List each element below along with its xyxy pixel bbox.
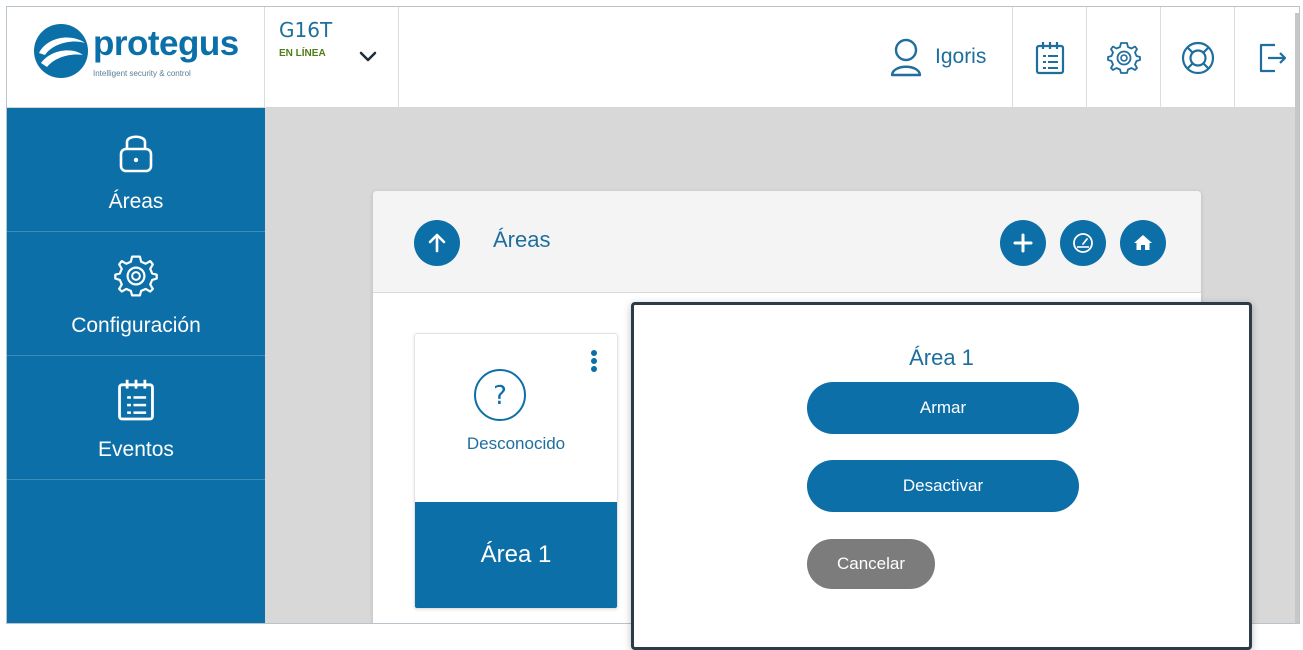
events-button[interactable] <box>1012 7 1086 108</box>
area-name: Área 1 <box>415 502 617 608</box>
sidebar-item-label: Configuración <box>71 314 201 337</box>
logout-icon <box>1259 43 1286 72</box>
brand-name: protegus <box>93 24 239 63</box>
add-area-button[interactable] <box>1000 220 1046 266</box>
area-card[interactable]: ? Desconocido Área 1 <box>414 333 618 609</box>
svg-text:?: ? <box>493 381 507 411</box>
kebab-menu-icon[interactable] <box>589 348 599 378</box>
logout-button[interactable] <box>1234 7 1299 108</box>
sidebar-item-events[interactable]: Eventos <box>7 356 265 480</box>
protegus-logo-icon <box>34 24 88 78</box>
brand-logo[interactable]: protegus Intelligent security & control <box>7 7 265 108</box>
settings-button[interactable] <box>1086 7 1160 108</box>
sidebar: Áreas Configuración Eventos <box>7 108 265 623</box>
user-name: Igoris <box>935 45 987 68</box>
user-menu[interactable]: Igoris <box>889 35 986 79</box>
brand-tagline: Intelligent security & control <box>93 69 191 78</box>
top-bar: protegus Intelligent security & control … <box>7 7 1299 108</box>
scrollbar[interactable] <box>1295 13 1299 623</box>
arrow-up-icon <box>428 233 446 253</box>
device-name: G16T <box>279 18 333 42</box>
gear-icon <box>114 255 158 297</box>
calendar-list-icon <box>118 379 154 421</box>
chevron-down-icon <box>359 51 377 62</box>
arm-button[interactable]: Armar <box>807 382 1079 434</box>
dialog-title: Área 1 <box>909 345 974 370</box>
add-icon <box>1013 233 1033 253</box>
sidebar-item-label: Áreas <box>108 190 164 213</box>
lifebuoy-icon <box>1181 41 1214 74</box>
user-icon <box>890 38 922 77</box>
home-icon <box>1134 235 1152 250</box>
home-button[interactable] <box>1120 220 1166 266</box>
dashboard-button[interactable] <box>1060 220 1106 266</box>
gear-icon <box>1106 41 1141 74</box>
help-button[interactable] <box>1160 7 1234 108</box>
area-action-dialog: Área 1 Armar Desactivar Cancelar <box>631 302 1252 650</box>
panel-header: Áreas <box>373 191 1201 293</box>
panel-title: Áreas <box>493 227 551 252</box>
disarm-button[interactable]: Desactivar <box>807 460 1079 512</box>
cancel-button[interactable]: Cancelar <box>807 539 935 589</box>
device-status: EN LÍNEA <box>279 48 326 59</box>
calendar-list-icon <box>1035 41 1064 74</box>
padlock-icon <box>119 135 153 173</box>
question-icon: ? <box>474 369 526 421</box>
sidebar-item-configuration[interactable]: Configuración <box>7 232 265 356</box>
area-status: Desconocido <box>466 434 566 453</box>
device-selector[interactable]: G16T EN LÍNEA <box>265 7 399 108</box>
back-up-button[interactable] <box>414 220 460 266</box>
sidebar-item-label: Eventos <box>98 438 174 461</box>
sidebar-item-areas[interactable]: Áreas <box>7 108 265 232</box>
gauge-icon <box>1073 233 1093 253</box>
